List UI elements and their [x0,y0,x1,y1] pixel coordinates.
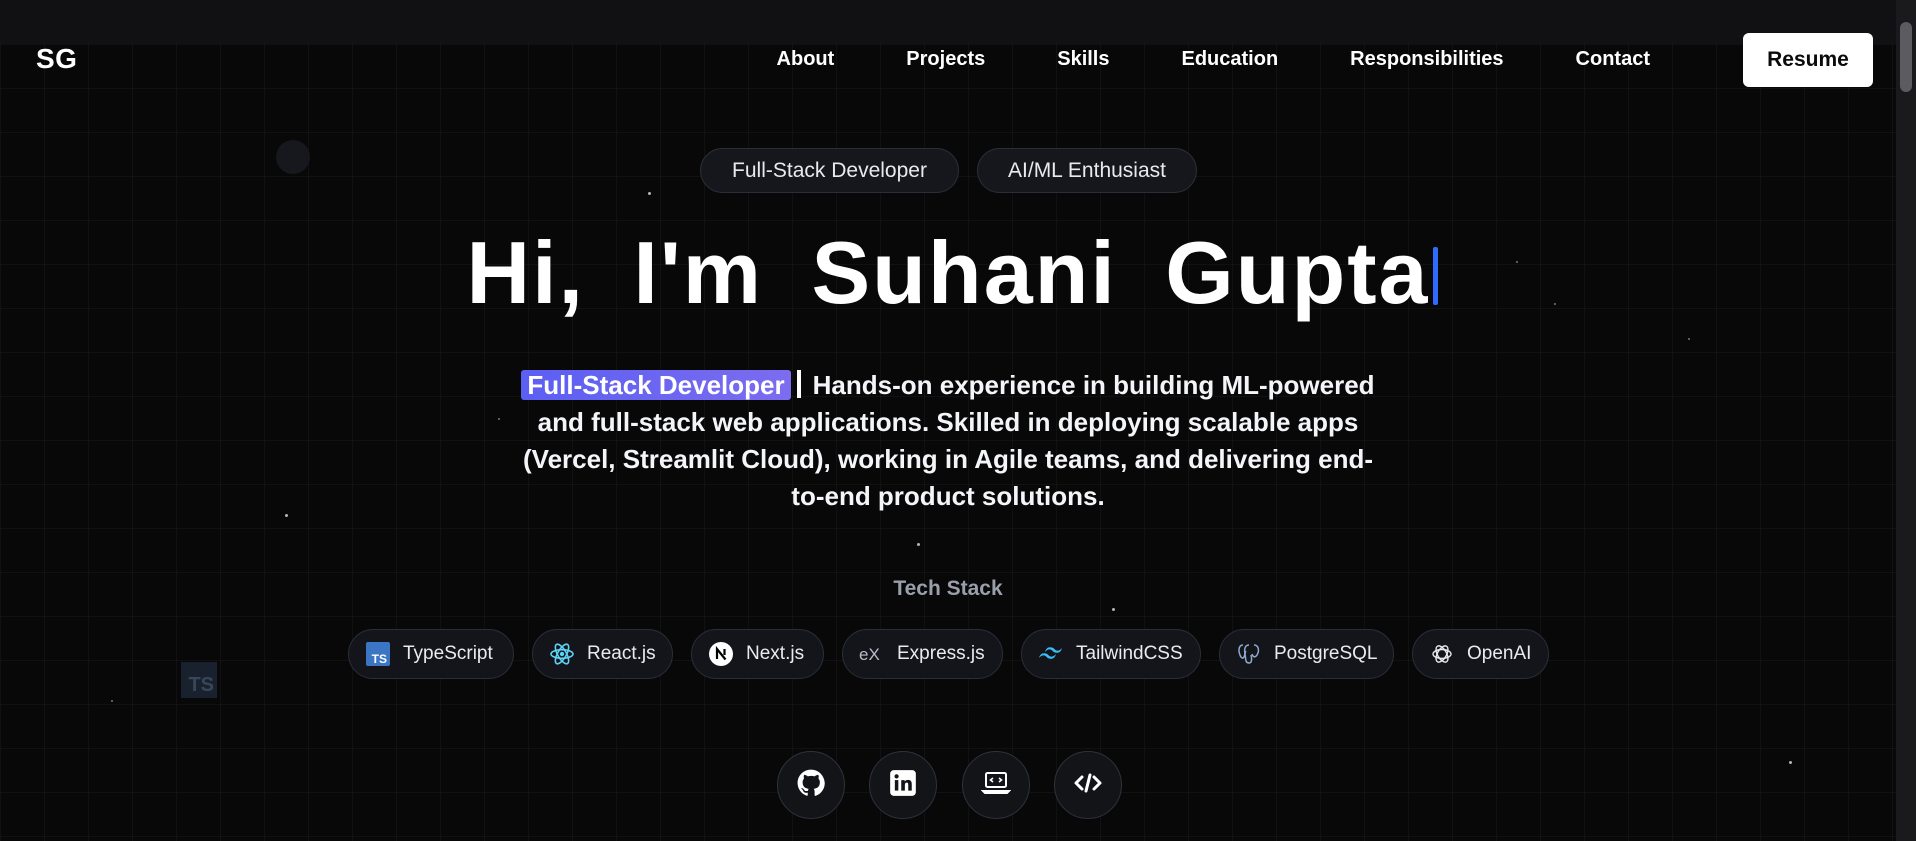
star-dot [648,192,651,195]
openai-icon [1429,641,1455,667]
tech-chip-typescript[interactable]: TS TypeScript [348,629,514,679]
tailwind-icon [1038,641,1064,667]
tech-chip-postgresql[interactable]: PostgreSQL [1219,629,1394,679]
tech-chip-openai[interactable]: OpenAI [1412,629,1549,679]
nav-link-projects[interactable]: Projects [870,48,1021,71]
scrollbar-thumb[interactable] [1900,22,1912,92]
logo[interactable]: SG [36,43,77,75]
laptop-code-icon [980,769,1012,802]
tech-chip-label: TailwindCSS [1076,643,1183,664]
hero-title: Hi, I'm Suhani Gupta [466,223,1430,322]
svg-text:TS: TS [372,652,387,666]
star-dot [111,700,113,702]
github-icon [797,769,825,802]
tech-chip-label: PostgreSQL [1274,643,1378,664]
nav-link-responsibilities[interactable]: Responsibilities [1314,48,1539,71]
tech-chip-nextjs[interactable]: Next.js [691,629,824,679]
star-dot [1112,608,1115,611]
nav-link-about[interactable]: About [741,48,871,71]
linkedin-icon [889,769,917,802]
scrollbar[interactable] [1896,0,1916,841]
role-badge: Full-Stack Developer [700,148,959,193]
tech-chip-label: Next.js [746,643,805,664]
express-icon: eX [859,641,885,667]
nav-link-education[interactable]: Education [1146,48,1315,71]
typing-caret [1433,247,1438,305]
typescript-icon: TS [365,641,391,667]
star-dot [917,543,920,546]
tech-stack-list: TS TypeScript React.js Next.js eX Expres… [0,629,1896,679]
react-icon [549,641,575,667]
star-dot [285,514,288,517]
code-link[interactable] [1054,751,1122,819]
tech-chip-label: OpenAI [1467,643,1532,664]
resume-button[interactable]: Resume [1743,33,1873,87]
star-dot [498,418,500,420]
tech-stack-label: Tech Stack [893,577,1003,600]
typed-role-highlight: Full-Stack Developer [521,370,791,400]
interest-badge: AI/ML Enthusiast [977,148,1197,193]
star-dot [1789,761,1792,764]
nav-link-contact[interactable]: Contact [1540,48,1686,71]
nextjs-icon [708,641,734,667]
tech-chip-label: TypeScript [403,643,493,664]
nav-links: About Projects Skills Education Responsi… [741,48,1686,71]
postgresql-icon [1236,641,1262,667]
portfolio-link[interactable] [962,751,1030,819]
floating-decoration [276,140,310,174]
navbar: SG About Projects Skills Education Respo… [0,30,1896,90]
tech-chip-express[interactable]: eX Express.js [842,629,1003,679]
tech-chip-label: Express.js [897,643,985,664]
typing-cursor [796,370,801,398]
hero-description: Full-Stack Developer Hands-on experience … [520,367,1376,515]
nav-link-skills[interactable]: Skills [1021,48,1145,71]
star-dot [1688,338,1690,340]
tech-chip-tailwind[interactable]: TailwindCSS [1021,629,1201,679]
tech-chip-label: React.js [587,643,656,664]
svg-text:eX: eX [859,645,880,663]
tech-chip-react[interactable]: React.js [532,629,673,679]
code-icon [1073,771,1103,800]
github-link[interactable] [777,751,845,819]
linkedin-link[interactable] [869,751,937,819]
